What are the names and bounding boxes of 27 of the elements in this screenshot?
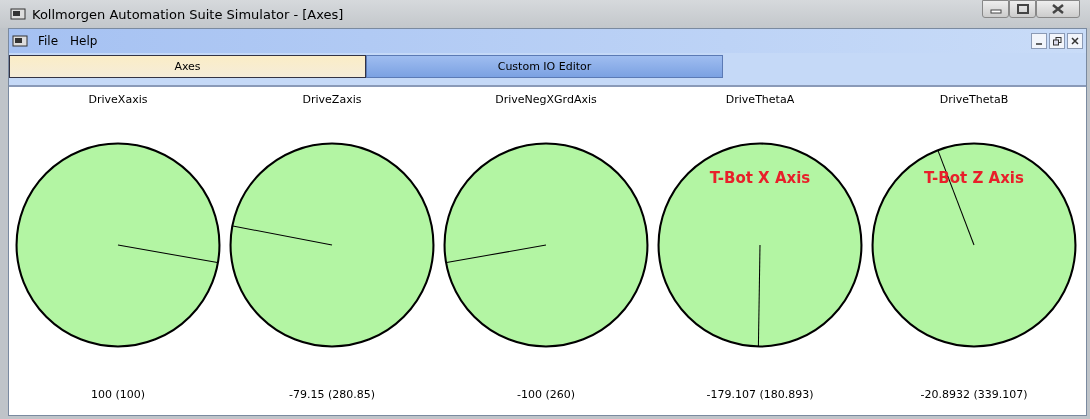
dial-label: T-Bot X Axis (708, 169, 812, 187)
minimize-button[interactable] (1031, 33, 1047, 49)
axis-name: DriveXaxis (88, 93, 148, 106)
close-button[interactable] (1067, 33, 1083, 49)
app-icon (10, 7, 26, 21)
tab[interactable]: Axes (9, 55, 366, 78)
axis-name: DriveZaxis (302, 93, 362, 106)
window-title: Kollmorgen Automation Suite Simulator - [Axes] (32, 6, 344, 22)
axis-name: DriveThetaB (939, 93, 1009, 106)
axis-reading: -100 (260) (516, 388, 575, 401)
tab[interactable]: Custom IO Editor (366, 55, 723, 78)
close-button[interactable] (1036, 0, 1080, 18)
close-icon (1052, 4, 1064, 14)
axis-name: DriveNegXGrdAxis (495, 93, 597, 106)
axis-reading: -20.8932 (339.107) (920, 388, 1028, 401)
document-icon (12, 34, 28, 48)
axis-reading: -79.15 (280.85) (289, 388, 375, 401)
maximize-button[interactable] (1009, 0, 1036, 18)
menu-item[interactable]: File (38, 34, 59, 48)
restore-button[interactable] (1049, 33, 1065, 49)
axis-name: DriveThetaA (725, 93, 795, 106)
restore-icon (1052, 36, 1062, 46)
maximize-icon (1016, 4, 1029, 14)
close-icon (1071, 37, 1079, 45)
axis-reading: 100 (100) (90, 388, 146, 401)
menu-item[interactable]: Help (70, 34, 98, 48)
axis-reading: -179.107 (180.893) (706, 388, 814, 401)
